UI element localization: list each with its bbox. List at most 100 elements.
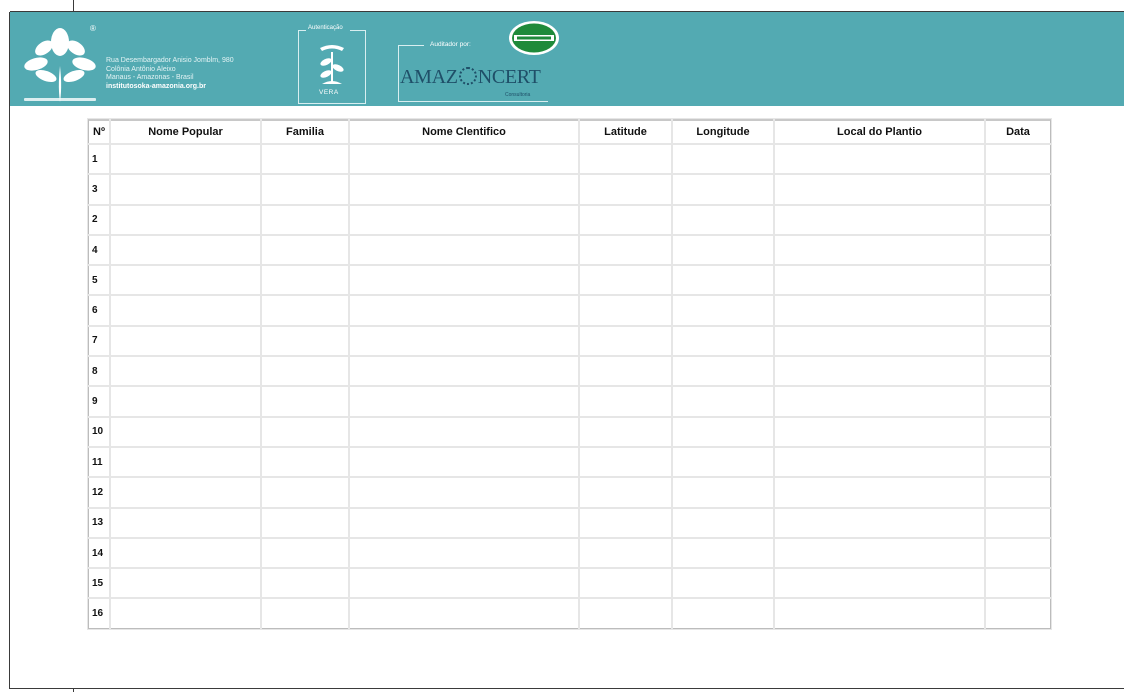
table-cell[interactable] (773, 506, 986, 539)
table-cell[interactable] (578, 173, 673, 206)
table-cell[interactable] (260, 506, 350, 539)
table-cell[interactable] (773, 142, 986, 176)
table-cell[interactable] (773, 355, 986, 388)
table-cell[interactable] (773, 536, 986, 570)
table-cell[interactable] (109, 536, 262, 570)
table-cell[interactable] (109, 385, 262, 418)
table-cell[interactable] (671, 567, 775, 600)
table-cell[interactable] (578, 415, 673, 448)
table-cell[interactable] (260, 324, 350, 358)
table-cell[interactable] (260, 233, 350, 267)
table-cell[interactable] (348, 324, 580, 358)
table-cell[interactable] (578, 506, 673, 539)
table-cell[interactable] (671, 264, 775, 297)
table-cell[interactable] (348, 506, 580, 539)
table-cell[interactable] (348, 173, 580, 206)
table-cell[interactable] (260, 355, 350, 388)
table-cell[interactable] (109, 324, 262, 358)
table-cell[interactable] (260, 445, 350, 479)
table-cell[interactable] (578, 264, 673, 297)
table-cell[interactable] (773, 294, 986, 327)
table-cell[interactable] (578, 476, 673, 509)
table-cell[interactable] (984, 233, 1052, 267)
table-cell[interactable] (260, 536, 350, 570)
table-cell[interactable] (984, 415, 1052, 448)
table-cell[interactable] (260, 476, 350, 509)
table-cell[interactable] (578, 567, 673, 600)
table-cell[interactable] (671, 445, 775, 479)
table-cell[interactable] (109, 203, 262, 236)
table-cell[interactable] (348, 355, 580, 388)
table-cell[interactable] (578, 355, 673, 388)
table-cell[interactable] (348, 567, 580, 600)
table-cell[interactable] (984, 536, 1052, 570)
table-cell[interactable] (109, 506, 262, 539)
table-cell[interactable] (773, 173, 986, 206)
table-cell[interactable] (348, 233, 580, 267)
table-cell[interactable] (773, 445, 986, 479)
table-cell[interactable] (578, 445, 673, 479)
table-cell[interactable] (109, 264, 262, 297)
table-cell[interactable] (984, 324, 1052, 358)
table-cell[interactable] (260, 173, 350, 206)
table-cell[interactable] (109, 294, 262, 327)
table-cell[interactable] (671, 476, 775, 509)
table-cell[interactable] (773, 385, 986, 418)
table-cell[interactable] (984, 476, 1052, 509)
table-cell[interactable] (671, 385, 775, 418)
table-cell[interactable] (578, 233, 673, 267)
table-cell[interactable] (984, 294, 1052, 327)
table-cell[interactable] (348, 476, 580, 509)
table-cell[interactable] (671, 294, 775, 327)
table-cell[interactable] (671, 203, 775, 236)
table-cell[interactable] (578, 203, 673, 236)
table-cell[interactable] (260, 142, 350, 176)
table-cell[interactable] (578, 324, 673, 358)
table-cell[interactable] (984, 597, 1052, 630)
table-cell[interactable] (773, 324, 986, 358)
table-cell[interactable] (773, 597, 986, 630)
table-cell[interactable] (109, 415, 262, 448)
table-cell[interactable] (578, 597, 673, 630)
table-cell[interactable] (348, 385, 580, 418)
table-cell[interactable] (984, 142, 1052, 176)
table-cell[interactable] (671, 597, 775, 630)
table-cell[interactable] (671, 233, 775, 267)
table-cell[interactable] (671, 173, 775, 206)
table-cell[interactable] (671, 415, 775, 448)
table-cell[interactable] (578, 294, 673, 327)
table-cell[interactable] (260, 294, 350, 327)
table-cell[interactable] (984, 506, 1052, 539)
table-cell[interactable] (671, 324, 775, 358)
table-cell[interactable] (348, 142, 580, 176)
table-cell[interactable] (984, 445, 1052, 479)
table-cell[interactable] (348, 445, 580, 479)
table-cell[interactable] (109, 476, 262, 509)
table-cell[interactable] (578, 385, 673, 418)
table-cell[interactable] (773, 203, 986, 236)
table-cell[interactable] (260, 567, 350, 600)
table-cell[interactable] (109, 233, 262, 267)
table-cell[interactable] (260, 415, 350, 448)
table-cell[interactable] (109, 142, 262, 176)
table-cell[interactable] (578, 536, 673, 570)
table-cell[interactable] (109, 173, 262, 206)
table-cell[interactable] (260, 385, 350, 418)
table-cell[interactable] (984, 264, 1052, 297)
table-cell[interactable] (348, 536, 580, 570)
table-cell[interactable] (260, 264, 350, 297)
table-cell[interactable] (260, 597, 350, 630)
table-cell[interactable] (348, 264, 580, 297)
table-cell[interactable] (348, 415, 580, 448)
table-cell[interactable] (671, 355, 775, 388)
table-cell[interactable] (671, 506, 775, 539)
table-cell[interactable] (671, 142, 775, 176)
table-cell[interactable] (578, 142, 673, 176)
table-cell[interactable] (348, 294, 580, 327)
table-cell[interactable] (984, 203, 1052, 236)
table-cell[interactable] (773, 415, 986, 448)
table-cell[interactable] (773, 233, 986, 267)
table-cell[interactable] (260, 203, 350, 236)
table-cell[interactable] (773, 264, 986, 297)
table-cell[interactable] (348, 597, 580, 630)
